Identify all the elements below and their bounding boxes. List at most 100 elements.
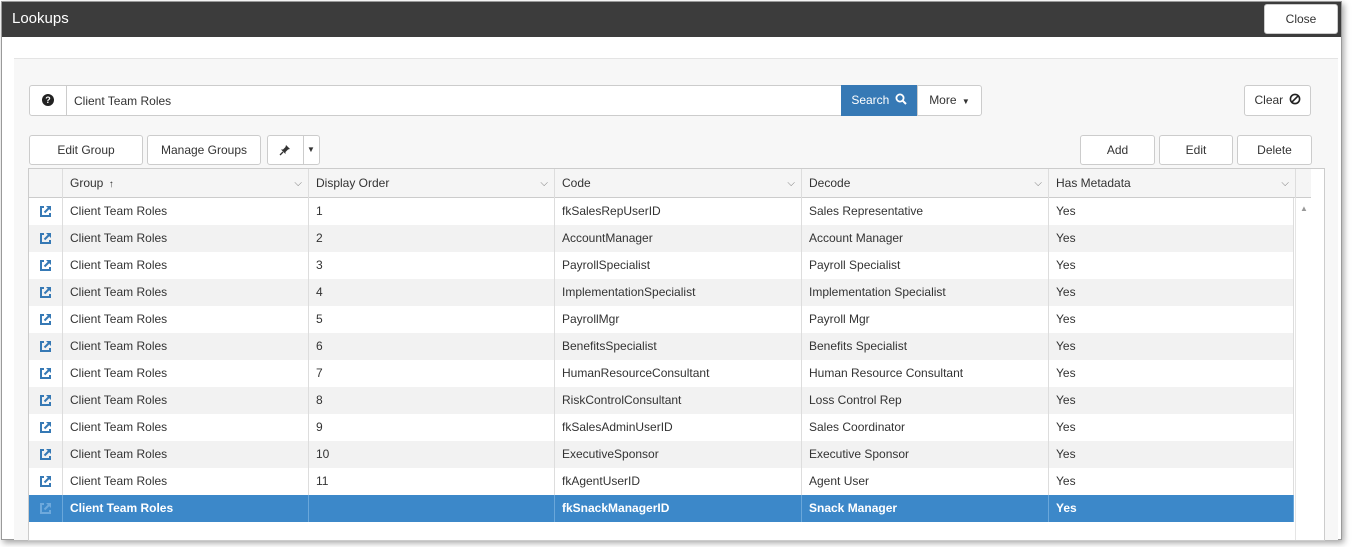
cell-meta[interactable]: Yes bbox=[1049, 441, 1294, 468]
cell-code[interactable]: fkSalesRepUserID bbox=[555, 198, 802, 225]
more-button[interactable]: More ▼ bbox=[917, 85, 982, 116]
cell-decode[interactable]: Implementation Specialist bbox=[802, 279, 1049, 306]
cell-order[interactable]: 1 bbox=[309, 198, 555, 225]
cell-decode[interactable]: Executive Sponsor bbox=[802, 441, 1049, 468]
close-button[interactable]: Close bbox=[1264, 4, 1338, 34]
cell-group[interactable]: Client Team Roles bbox=[63, 414, 309, 441]
cell-decode[interactable]: Human Resource Consultant bbox=[802, 360, 1049, 387]
table-row[interactable]: Client Team Roles 9 fkSalesAdminUserID Sale… bbox=[29, 414, 1294, 441]
external-link-icon[interactable] bbox=[39, 205, 52, 218]
cell-meta[interactable]: Yes bbox=[1049, 468, 1294, 495]
cell-group[interactable]: Client Team Roles bbox=[63, 468, 309, 495]
cell-code[interactable]: ExecutiveSponsor bbox=[555, 441, 802, 468]
external-link-icon[interactable] bbox=[39, 502, 52, 515]
cell-group[interactable]: Client Team Roles bbox=[63, 252, 309, 279]
row-open-cell[interactable] bbox=[29, 495, 63, 522]
row-open-cell[interactable] bbox=[29, 414, 63, 441]
cell-group[interactable]: Client Team Roles bbox=[63, 333, 309, 360]
cell-order[interactable]: 7 bbox=[309, 360, 555, 387]
cell-group[interactable]: Client Team Roles bbox=[63, 387, 309, 414]
table-row[interactable]: Client Team Roles 8 RiskControlConsultant L… bbox=[29, 387, 1294, 414]
external-link-icon[interactable] bbox=[39, 367, 52, 380]
cell-meta[interactable]: Yes bbox=[1049, 387, 1294, 414]
external-link-icon[interactable] bbox=[39, 259, 52, 272]
cell-order[interactable] bbox=[309, 495, 555, 522]
pin-menu-button[interactable]: ▼ bbox=[267, 135, 320, 165]
cell-group[interactable]: Client Team Roles bbox=[63, 306, 309, 333]
cell-meta[interactable]: Yes bbox=[1049, 225, 1294, 252]
cell-code[interactable]: fkAgentUserID bbox=[555, 468, 802, 495]
cell-order[interactable]: 6 bbox=[309, 333, 555, 360]
external-link-icon[interactable] bbox=[39, 475, 52, 488]
cell-decode[interactable]: Payroll Mgr bbox=[802, 306, 1049, 333]
external-link-icon[interactable] bbox=[39, 313, 52, 326]
chevron-down-icon[interactable]: ⌵ bbox=[540, 169, 548, 198]
cell-code[interactable]: PayrollMgr bbox=[555, 306, 802, 333]
vertical-scrollbar[interactable]: ▲ bbox=[1295, 198, 1311, 540]
search-input[interactable] bbox=[68, 86, 840, 115]
row-open-cell[interactable] bbox=[29, 441, 63, 468]
row-open-cell[interactable] bbox=[29, 252, 63, 279]
edit-group-button[interactable]: Edit Group bbox=[29, 135, 143, 165]
cell-meta[interactable]: Yes bbox=[1049, 414, 1294, 441]
table-row[interactable]: Client Team Roles 7 HumanResourceConsultan… bbox=[29, 360, 1294, 387]
cell-decode[interactable]: Sales Representative bbox=[802, 198, 1049, 225]
help-button[interactable]: ? bbox=[30, 86, 67, 115]
cell-group[interactable]: Client Team Roles bbox=[63, 495, 309, 522]
cell-meta[interactable]: Yes bbox=[1049, 495, 1294, 522]
cell-meta[interactable]: Yes bbox=[1049, 360, 1294, 387]
column-header-display-order[interactable]: Display Order ⌵ bbox=[309, 169, 555, 198]
table-row[interactable]: Client Team Roles 2 AccountManager Account … bbox=[29, 225, 1294, 252]
cell-code[interactable]: HumanResourceConsultant bbox=[555, 360, 802, 387]
external-link-icon[interactable] bbox=[39, 421, 52, 434]
column-header-code[interactable]: Code ⌵ bbox=[555, 169, 802, 198]
cell-code[interactable]: fkSnackManagerID bbox=[555, 495, 802, 522]
cell-code[interactable]: RiskControlConsultant bbox=[555, 387, 802, 414]
cell-decode[interactable]: Payroll Specialist bbox=[802, 252, 1049, 279]
cell-meta[interactable]: Yes bbox=[1049, 306, 1294, 333]
column-header-decode[interactable]: Decode ⌵ bbox=[802, 169, 1049, 198]
cell-decode[interactable]: Loss Control Rep bbox=[802, 387, 1049, 414]
chevron-down-icon[interactable]: ⌵ bbox=[1281, 169, 1289, 198]
chevron-down-icon[interactable]: ⌵ bbox=[294, 169, 302, 198]
cell-meta[interactable]: Yes bbox=[1049, 198, 1294, 225]
row-open-cell[interactable] bbox=[29, 387, 63, 414]
row-open-cell[interactable] bbox=[29, 468, 63, 495]
table-row[interactable]: Client Team Roles 3 PayrollSpecialist Payro… bbox=[29, 252, 1294, 279]
chevron-down-icon[interactable]: ⌵ bbox=[787, 169, 795, 198]
manage-groups-button[interactable]: Manage Groups bbox=[147, 135, 261, 165]
table-row[interactable]: Client Team Roles 5 PayrollMgr Payroll Mgr Y… bbox=[29, 306, 1294, 333]
row-open-cell[interactable] bbox=[29, 279, 63, 306]
cell-code[interactable]: AccountManager bbox=[555, 225, 802, 252]
cell-decode[interactable]: Account Manager bbox=[802, 225, 1049, 252]
table-row[interactable]: Client Team Roles 11 fkAgentUserID Agent Us… bbox=[29, 468, 1294, 495]
cell-group[interactable]: Client Team Roles bbox=[63, 198, 309, 225]
row-open-cell[interactable] bbox=[29, 225, 63, 252]
cell-order[interactable]: 2 bbox=[309, 225, 555, 252]
cell-order[interactable]: 5 bbox=[309, 306, 555, 333]
cell-meta[interactable]: Yes bbox=[1049, 333, 1294, 360]
external-link-icon[interactable] bbox=[39, 286, 52, 299]
cell-order[interactable]: 9 bbox=[309, 414, 555, 441]
cell-decode[interactable]: Snack Manager bbox=[802, 495, 1049, 522]
external-link-icon[interactable] bbox=[39, 340, 52, 353]
table-row[interactable]: Client Team Roles 4 ImplementationSpeciali… bbox=[29, 279, 1294, 306]
cell-code[interactable]: PayrollSpecialist bbox=[555, 252, 802, 279]
cell-order[interactable]: 3 bbox=[309, 252, 555, 279]
delete-button[interactable]: Delete bbox=[1237, 135, 1312, 165]
row-open-cell[interactable] bbox=[29, 360, 63, 387]
external-link-icon[interactable] bbox=[39, 394, 52, 407]
table-row[interactable]: Client Team Roles fkSnackManagerID Snack M… bbox=[29, 495, 1294, 522]
row-open-cell[interactable] bbox=[29, 306, 63, 333]
cell-decode[interactable]: Agent User bbox=[802, 468, 1049, 495]
table-row[interactable]: Client Team Roles 1 fkSalesRepUserID Sales … bbox=[29, 198, 1294, 225]
cell-code[interactable]: ImplementationSpecialist bbox=[555, 279, 802, 306]
column-header-group[interactable]: Group ↑ ⌵ bbox=[63, 169, 309, 198]
cell-decode[interactable]: Benefits Specialist bbox=[802, 333, 1049, 360]
cell-decode[interactable]: Sales Coordinator bbox=[802, 414, 1049, 441]
cell-order[interactable]: 8 bbox=[309, 387, 555, 414]
external-link-icon[interactable] bbox=[39, 232, 52, 245]
edit-button[interactable]: Edit bbox=[1159, 135, 1233, 165]
cell-group[interactable]: Client Team Roles bbox=[63, 279, 309, 306]
cell-code[interactable]: fkSalesAdminUserID bbox=[555, 414, 802, 441]
